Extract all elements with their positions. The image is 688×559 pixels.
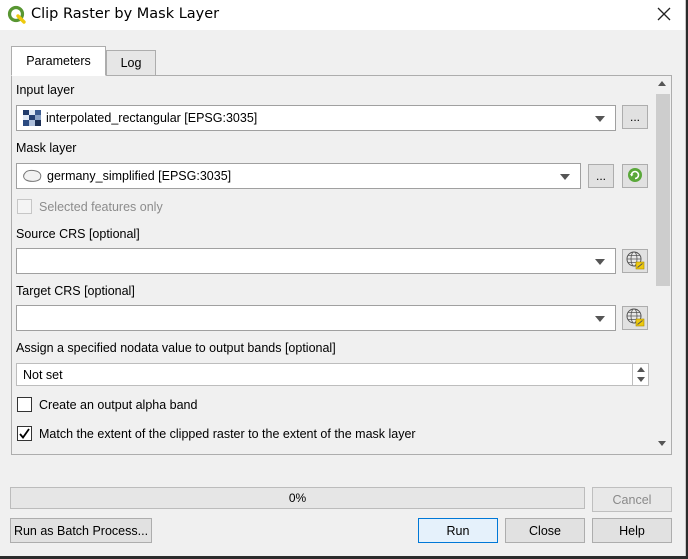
mask-layer-browse-button[interactable]: ... bbox=[588, 164, 614, 188]
selected-features-label: Selected features only bbox=[39, 200, 163, 214]
selected-features-checkbox[interactable] bbox=[17, 199, 32, 214]
title-bar: Clip Raster by Mask Layer bbox=[0, 0, 685, 30]
tab-parameters[interactable]: Parameters bbox=[11, 46, 106, 76]
close-icon bbox=[657, 7, 671, 24]
target-crs-label: Target CRS [optional] bbox=[16, 284, 135, 298]
run-button[interactable]: Run bbox=[418, 518, 498, 543]
alpha-band-checkbox[interactable] bbox=[17, 397, 32, 412]
crs-globe-icon bbox=[625, 307, 645, 330]
alpha-band-label: Create an output alpha band bbox=[39, 398, 198, 412]
mask-layer-label: Mask layer bbox=[16, 141, 77, 155]
nodata-label: Assign a specified nodata value to outpu… bbox=[16, 341, 336, 355]
nodata-spinbox[interactable]: Not set bbox=[16, 363, 633, 386]
input-layer-label: Input layer bbox=[16, 83, 75, 97]
chevron-down-icon bbox=[595, 316, 605, 322]
cancel-button[interactable]: Cancel bbox=[592, 487, 672, 512]
dialog-window: Clip Raster by Mask Layer Parameters Log… bbox=[0, 0, 686, 556]
qgis-logo-icon bbox=[7, 5, 27, 25]
progress-bar: 0% bbox=[10, 487, 585, 509]
mask-layer-combo[interactable]: germany_simplified [EPSG:3035] bbox=[16, 163, 581, 189]
iterate-button[interactable] bbox=[622, 164, 648, 188]
match-extent-label: Match the extent of the clipped raster t… bbox=[39, 427, 416, 441]
window-title: Clip Raster by Mask Layer bbox=[31, 6, 220, 22]
source-crs-select-button[interactable] bbox=[622, 249, 648, 273]
polygon-layer-icon bbox=[23, 169, 43, 183]
iterate-icon bbox=[627, 167, 643, 186]
scroll-thumb[interactable] bbox=[656, 94, 670, 286]
progress-text: 0% bbox=[288, 491, 307, 505]
tab-label: Parameters bbox=[26, 54, 91, 68]
chevron-down-icon bbox=[595, 259, 605, 265]
raster-layer-icon bbox=[23, 110, 41, 126]
crs-globe-icon bbox=[625, 250, 645, 273]
spin-down-icon bbox=[637, 377, 645, 382]
batch-process-button[interactable]: Run as Batch Process... bbox=[10, 518, 152, 543]
spin-up-icon bbox=[637, 367, 645, 372]
close-button[interactable]: Close bbox=[505, 518, 585, 543]
help-button[interactable]: Help bbox=[592, 518, 672, 543]
source-crs-combo[interactable] bbox=[16, 248, 616, 274]
source-crs-label: Source CRS [optional] bbox=[16, 227, 140, 241]
chevron-down-icon bbox=[560, 174, 570, 180]
scroll-down-icon bbox=[658, 441, 666, 446]
nodata-value: Not set bbox=[23, 367, 63, 382]
match-extent-checkbox[interactable] bbox=[17, 426, 32, 441]
tab-label: Log bbox=[120, 56, 142, 70]
target-crs-select-button[interactable] bbox=[622, 306, 648, 330]
window-close-button[interactable] bbox=[650, 2, 678, 28]
parameters-scrollbar[interactable] bbox=[654, 76, 671, 454]
chevron-down-icon bbox=[595, 116, 605, 122]
input-layer-combo[interactable]: interpolated_rectangular [EPSG:3035] bbox=[16, 105, 616, 131]
tab-log[interactable]: Log bbox=[106, 50, 156, 76]
nodata-stepper[interactable] bbox=[632, 363, 649, 386]
mask-layer-value: germany_simplified [EPSG:3035] bbox=[47, 169, 232, 183]
input-layer-value: interpolated_rectangular [EPSG:3035] bbox=[46, 111, 258, 125]
input-layer-browse-button[interactable]: ... bbox=[622, 105, 648, 129]
target-crs-combo[interactable] bbox=[16, 305, 616, 331]
scroll-up-icon bbox=[658, 81, 666, 86]
